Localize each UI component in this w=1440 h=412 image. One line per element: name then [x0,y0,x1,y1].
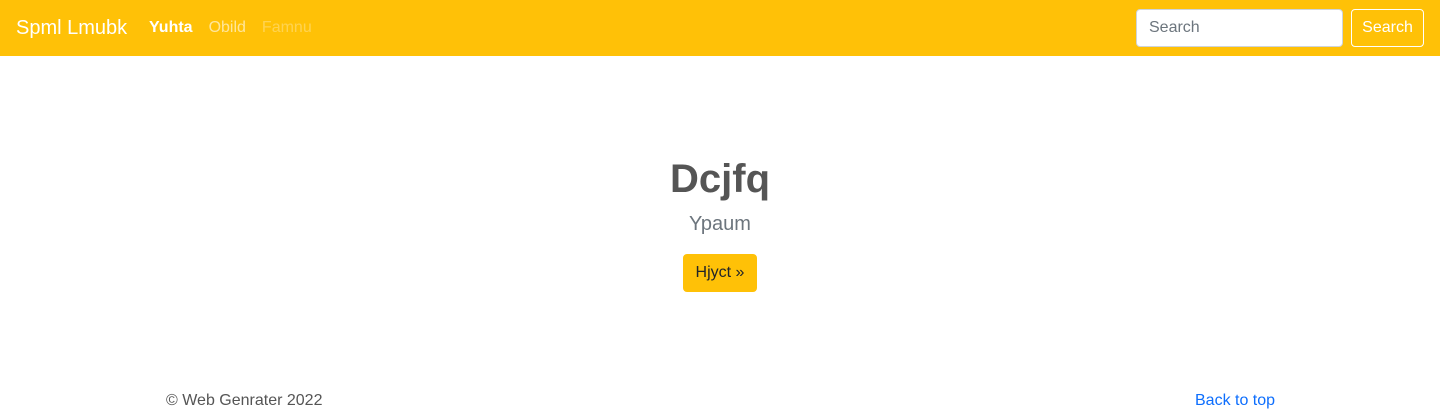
nav-link-famnu: Famnu [261,19,312,36]
nav-link-obild[interactable]: Obild [209,18,246,38]
hero-subtitle: Ypaum [689,213,751,235]
hero-title: Dcjfq [670,157,770,201]
footer-copyright: © Web Genrater 2022 [166,392,323,409]
search-input[interactable] [1136,9,1343,47]
nav-links: Yuhta Obild Famnu [149,18,312,38]
hero-cta-button[interactable]: Hjyct » [683,254,757,292]
search-button[interactable]: Search [1351,9,1424,47]
brand-link[interactable]: Spml Lmubk [16,16,127,40]
navbar: Spml Lmubk Yuhta Obild Famnu Search [0,0,1440,56]
nav-link-yuhta[interactable]: Yuhta [149,18,193,38]
back-to-top-link[interactable]: Back to top [1195,391,1275,411]
